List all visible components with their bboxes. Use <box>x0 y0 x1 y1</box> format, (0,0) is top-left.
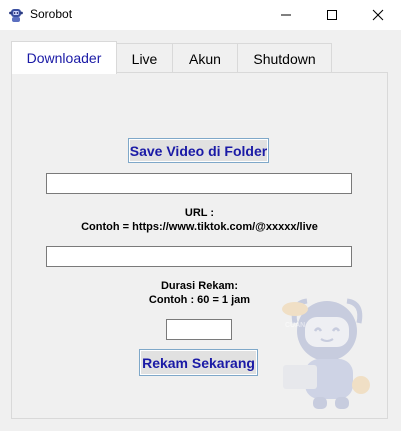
minimize-icon <box>281 14 291 16</box>
save-folder-button-label: Save Video di Folder <box>129 142 268 159</box>
close-button[interactable] <box>355 0 401 30</box>
window-title: Sorobot <box>30 7 73 21</box>
robot-app-icon <box>8 7 24 23</box>
tab-akun[interactable]: Akun <box>172 43 238 74</box>
record-now-button[interactable]: Rekam Sekarang <box>139 349 258 376</box>
duration-example-label: Contoh : 60 = 1 jam <box>148 294 251 306</box>
tab-shutdown-label: Shutdown <box>253 50 316 67</box>
cuan-badge: CUAN <box>285 322 306 329</box>
tab-shutdown[interactable]: Shutdown <box>237 43 332 74</box>
record-now-button-label: Rekam Sekarang <box>142 354 255 371</box>
tab-downloader[interactable]: Downloader <box>11 41 117 74</box>
duration-input[interactable] <box>166 319 232 340</box>
folder-path-field[interactable] <box>46 173 352 194</box>
duration-label: Durasi Rekam: <box>160 280 239 292</box>
tab-live[interactable]: Live <box>116 43 173 74</box>
tab-downloader-label: Downloader <box>26 50 102 66</box>
robot-mascot-icon <box>282 298 370 409</box>
tab-live-label: Live <box>131 50 158 67</box>
url-example-label: Contoh = https://www.tiktok.com/@xxxxx/l… <box>81 221 318 233</box>
url-input[interactable] <box>46 246 352 267</box>
minimize-button[interactable] <box>263 0 309 30</box>
save-folder-button[interactable]: Save Video di Folder <box>128 138 269 163</box>
downloader-panel: CUAN Save Video di Folder URL : Contoh =… <box>11 72 388 419</box>
url-label: URL : <box>184 207 215 219</box>
title-bar[interactable]: Sorobot <box>0 0 401 30</box>
close-icon <box>372 9 384 21</box>
maximize-icon <box>327 10 337 20</box>
maximize-button[interactable] <box>309 0 355 30</box>
tab-akun-label: Akun <box>189 50 221 67</box>
